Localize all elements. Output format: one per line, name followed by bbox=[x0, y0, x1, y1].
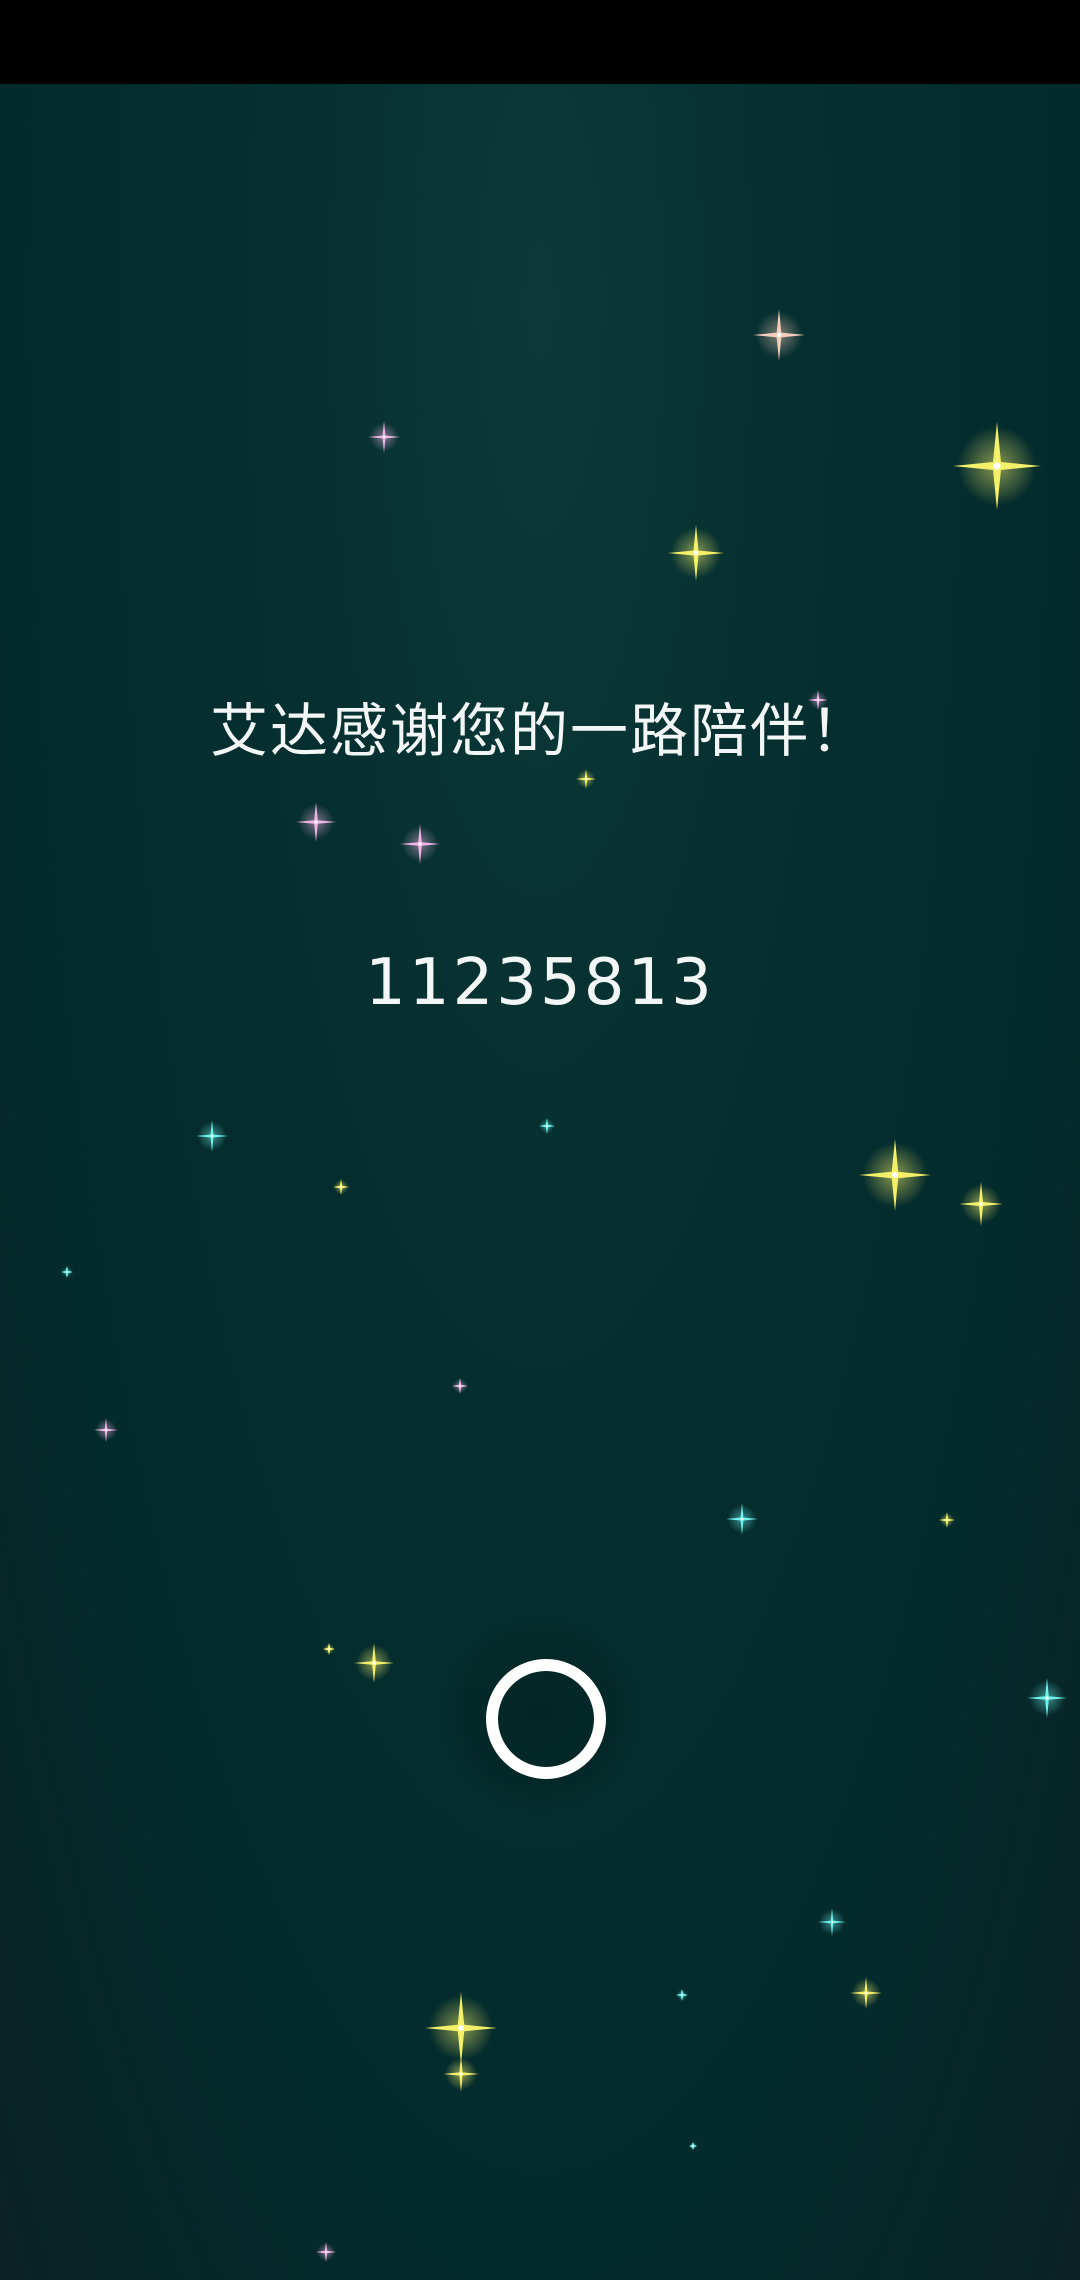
sparkle-star-icon bbox=[959, 1182, 1003, 1226]
ring-spinner-icon bbox=[486, 1659, 606, 1779]
sparkle-star-icon bbox=[576, 769, 596, 789]
sparkle-star-icon bbox=[539, 1118, 555, 1134]
sparkle-star-icon bbox=[850, 1977, 882, 2009]
sparkle-star-icon bbox=[726, 1503, 758, 1535]
sparkle-star-icon bbox=[368, 421, 400, 453]
sparkle-star-icon bbox=[296, 802, 336, 842]
sparkle-star-icon bbox=[333, 1179, 349, 1195]
sparkle-star-icon bbox=[818, 1908, 846, 1936]
sparkle-star-icon bbox=[400, 824, 440, 864]
sparkle-star-icon bbox=[953, 422, 1041, 510]
sparkle-star-icon bbox=[939, 1512, 955, 1528]
sparkle-star-icon bbox=[316, 2242, 336, 2262]
sparkle-star-icon bbox=[668, 525, 724, 581]
sparkle-star-icon bbox=[94, 1418, 118, 1442]
sparkle-star-icon bbox=[354, 1643, 394, 1683]
sparkle-star-icon bbox=[1027, 1678, 1067, 1718]
sparkle-star-icon bbox=[452, 1378, 468, 1394]
sparkle-star-icon bbox=[425, 1992, 497, 2064]
status-bar bbox=[0, 0, 1080, 84]
sparkle-star-icon bbox=[689, 2142, 697, 2150]
sparkle-star-icon bbox=[443, 2056, 479, 2092]
sparkle-star-icon bbox=[753, 309, 805, 361]
thank-you-message: 艾达感谢您的一路陪伴！ bbox=[209, 697, 870, 765]
sparkle-star-icon bbox=[61, 1266, 73, 1278]
splash-screen: 艾达感谢您的一路陪伴！ 11235813 bbox=[0, 84, 1080, 2280]
star-field bbox=[61, 309, 1067, 2262]
sparkle-star-icon bbox=[676, 1989, 688, 2001]
sparkle-star-icon bbox=[196, 1120, 228, 1152]
code-number: 11235813 bbox=[365, 946, 715, 1020]
sparkle-star-icon bbox=[323, 1643, 335, 1655]
sparkle-star-icon bbox=[859, 1139, 931, 1211]
